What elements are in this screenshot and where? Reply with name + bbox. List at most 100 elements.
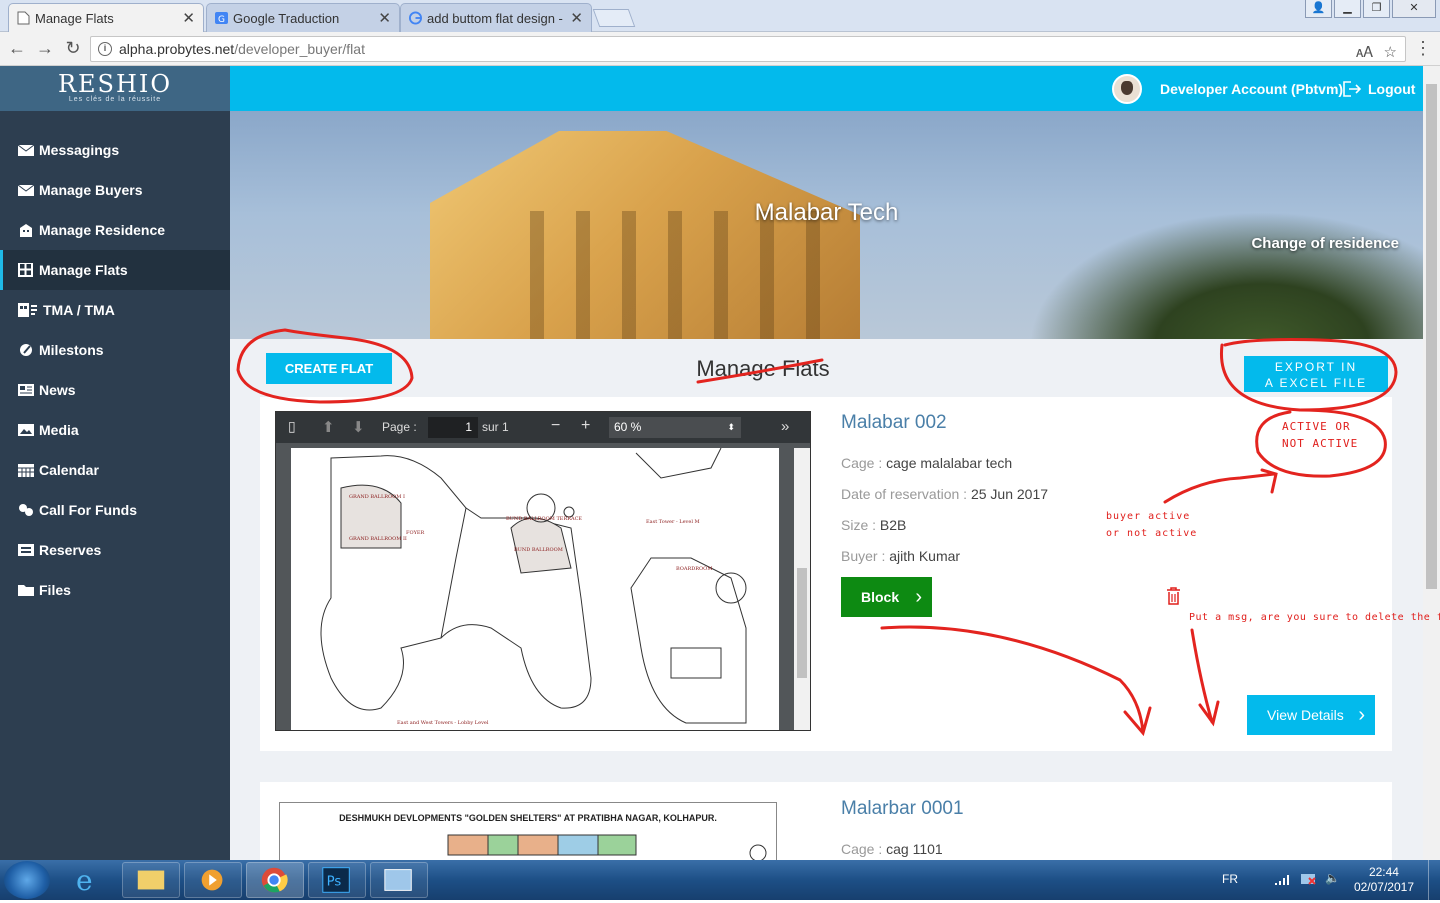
account-name[interactable]: Developer Account (Pbtvm): [1160, 81, 1343, 97]
close-tab-icon[interactable]: ✕: [378, 9, 391, 27]
annotation-line: NOT ACTIVE: [1282, 437, 1359, 450]
plan-label-bund: BUND BALLROOM: [514, 547, 563, 553]
sidebar-item-media[interactable]: Media: [0, 410, 230, 450]
plan-title: DESHMUKH DEVLOPMENTS "GOLDEN SHELTERS" A…: [339, 813, 717, 823]
translate-icon[interactable]: 🗚: [1356, 41, 1373, 65]
star-icon[interactable]: ☆: [1384, 41, 1397, 65]
address-bar[interactable]: i alpha.probytes.net/developer_buyer/fla…: [90, 36, 1406, 62]
tab-label: Manage Flats: [35, 10, 114, 26]
trash-icon[interactable]: [1166, 587, 1181, 605]
sidebar-item-manage-buyers[interactable]: Manage Buyers: [0, 170, 230, 210]
tab-manage-flats[interactable]: Manage Flats ✕: [8, 3, 204, 32]
logout-icon[interactable]: [1342, 80, 1362, 98]
window-taskbar-icon[interactable]: [370, 862, 428, 898]
change-residence-link[interactable]: Change of residence: [1251, 235, 1399, 252]
network-icon[interactable]: [1300, 873, 1316, 887]
close-tab-icon[interactable]: ✕: [182, 9, 195, 27]
new-tab-button[interactable]: [592, 9, 636, 27]
chevron-right-icon: ›: [915, 586, 922, 608]
menu-dots-icon[interactable]: ⋮: [1412, 38, 1434, 59]
export-excel-button[interactable]: EXPORT IN A EXCEL FILE: [1244, 356, 1388, 392]
sidebar-item-call-for-funds[interactable]: Call For Funds: [0, 490, 230, 530]
sidebar-item-messagings[interactable]: Messagings: [0, 130, 230, 170]
view-details-button[interactable]: View Details ›: [1247, 695, 1375, 735]
info-icon[interactable]: i: [98, 42, 112, 56]
sidebar-item-reserves[interactable]: Reserves: [0, 530, 230, 570]
media-player-taskbar-icon[interactable]: [184, 862, 242, 898]
start-button[interactable]: [4, 861, 50, 899]
photoshop-taskbar-icon[interactable]: Ps: [308, 862, 366, 898]
flat-reservation-date: Date of reservation : 25 Jun 2017: [841, 486, 1048, 502]
zoom-in-icon[interactable]: +: [581, 417, 590, 435]
flat-card: DESHMUKH DEVLOPMENTS "GOLDEN SHELTERS" A…: [260, 782, 1392, 860]
annotation-line: buyer active: [1106, 511, 1191, 522]
volume-icon[interactable]: 🔈: [1325, 871, 1340, 885]
flat-buyer: Buyer : ajith Kumar: [841, 548, 960, 564]
flat-title[interactable]: Malarbar 0001: [841, 798, 964, 820]
sidebar-item-files[interactable]: Files: [0, 570, 230, 610]
pdf-viewer[interactable]: ▯ ⬆ ⬇ Page : 1 sur 1 − + 60 % ⬍ » GRAND …: [275, 411, 811, 731]
next-page-icon[interactable]: ⬇: [352, 418, 365, 436]
plan-label-east-tower: East Tower - Level M: [646, 519, 700, 525]
sidebar-item-manage-residence[interactable]: Manage Residence: [0, 210, 230, 250]
sidebar-toggle-icon[interactable]: ▯: [288, 418, 296, 435]
maximize-button[interactable]: ❐: [1363, 0, 1390, 18]
avatar[interactable]: [1112, 74, 1142, 104]
sidebar: RESHIO Les clés de la réussite Messaging…: [0, 66, 230, 860]
pdf-scroll-thumb[interactable]: [797, 568, 807, 678]
close-window-button[interactable]: ✕: [1392, 0, 1436, 18]
pdf-scrollbar[interactable]: [794, 448, 810, 730]
flat-size: Size : B2B: [841, 517, 906, 533]
svg-text:e: e: [76, 864, 93, 897]
zoom-select[interactable]: 60 % ⬍: [609, 417, 741, 438]
image-icon: [18, 424, 34, 436]
flat-card: ▯ ⬆ ⬇ Page : 1 sur 1 − + 60 % ⬍ » GRAND …: [260, 397, 1392, 751]
forward-arrow-icon[interactable]: →: [34, 38, 56, 59]
sidebar-item-label: Media: [39, 422, 79, 438]
sidebar-item-manage-flats[interactable]: Manage Flats: [0, 250, 230, 290]
main-content: CREATE FLAT Manage Flats EXPORT IN A EXC…: [230, 339, 1423, 860]
tab-google-traduction[interactable]: G Google Traduction ✕: [206, 3, 400, 32]
page-total: sur 1: [482, 420, 509, 434]
logo[interactable]: RESHIO Les clés de la réussite: [0, 66, 230, 111]
tab-add-buttom[interactable]: add buttom flat design - ✕: [400, 3, 592, 32]
zoom-out-icon[interactable]: −: [551, 417, 560, 435]
field-label: Size :: [841, 517, 880, 533]
ie-taskbar-icon[interactable]: e: [60, 862, 118, 898]
page-scrollbar[interactable]: [1423, 66, 1440, 860]
sidebar-item-calendar[interactable]: Calendar: [0, 450, 230, 490]
close-tab-icon[interactable]: ✕: [570, 9, 583, 27]
minimize-button[interactable]: ▁: [1334, 0, 1361, 18]
prev-page-icon[interactable]: ⬆: [322, 418, 335, 436]
page-label: Page :: [382, 420, 417, 434]
page-icon: [17, 11, 30, 25]
chrome-taskbar-icon[interactable]: [246, 862, 304, 898]
logo-text: RESHIO: [57, 70, 173, 98]
pdf-toolbar: ▯ ⬆ ⬇ Page : 1 sur 1 − + 60 % ⬍ »: [276, 412, 810, 443]
back-arrow-icon[interactable]: ←: [6, 38, 28, 59]
explorer-taskbar-icon[interactable]: [122, 862, 180, 898]
sidebar-item-tma[interactable]: TMA / TMA: [0, 290, 230, 330]
logout-link[interactable]: Logout: [1368, 81, 1415, 97]
sidebar-item-milestons[interactable]: Milestons: [0, 330, 230, 370]
flat-title[interactable]: Malabar 002: [841, 412, 947, 434]
svg-text:G: G: [218, 15, 225, 25]
svg-text:Ps: Ps: [327, 875, 342, 890]
field-label: Cage :: [841, 455, 887, 471]
page-number-input[interactable]: 1: [428, 417, 478, 438]
page-scroll-thumb[interactable]: [1426, 84, 1437, 589]
block-button[interactable]: Block ›: [841, 577, 932, 617]
clock[interactable]: 22:44 02/07/2017: [1354, 865, 1414, 895]
signal-icon[interactable]: [1274, 874, 1290, 886]
clock-time: 22:44: [1368, 865, 1399, 879]
show-desktop-button[interactable]: [1428, 860, 1440, 900]
pdf-preview[interactable]: DESHMUKH DEVLOPMENTS "GOLDEN SHELTERS" A…: [279, 802, 777, 860]
user-icon[interactable]: 👤: [1305, 0, 1332, 18]
sidebar-item-label: News: [39, 382, 76, 398]
sidebar-item-label: Messagings: [39, 142, 120, 158]
reload-icon[interactable]: ↻: [62, 38, 84, 59]
more-tools-icon[interactable]: »: [781, 418, 789, 435]
grid-icon: [18, 263, 33, 277]
language-indicator[interactable]: FR: [1222, 872, 1238, 886]
sidebar-item-news[interactable]: News: [0, 370, 230, 410]
